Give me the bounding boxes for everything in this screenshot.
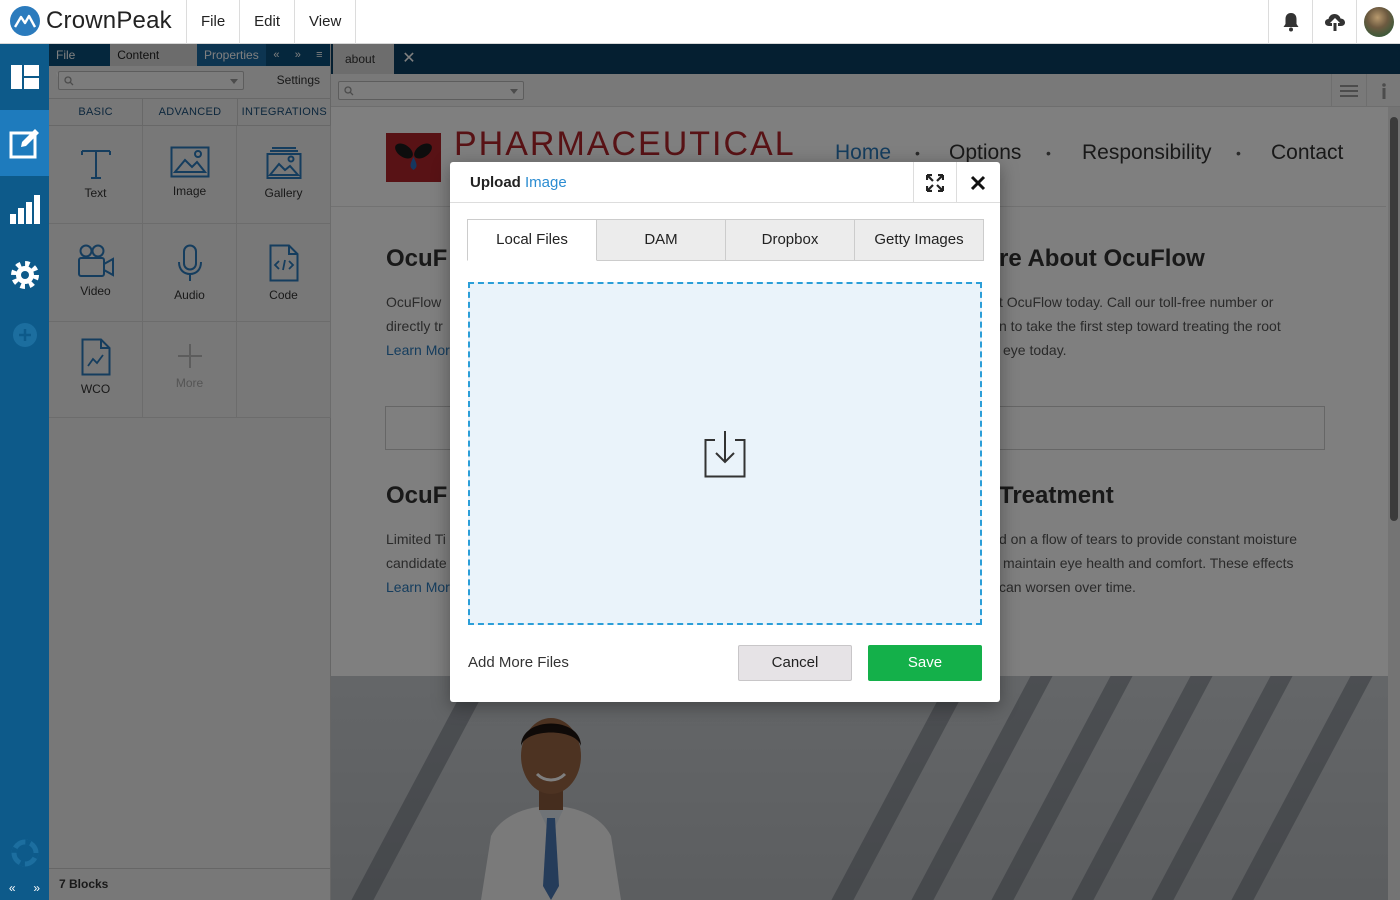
- brand-name: CrownPeak: [46, 7, 172, 34]
- menu-edit[interactable]: Edit: [239, 0, 294, 44]
- cancel-button[interactable]: Cancel: [738, 645, 852, 681]
- add-icon: [12, 323, 37, 347]
- main-menu: File Edit View: [186, 0, 357, 44]
- close-icon: [970, 175, 986, 190]
- publish-button[interactable]: [1312, 0, 1356, 44]
- edit-button[interactable]: [0, 110, 49, 176]
- expand-button[interactable]: [913, 162, 956, 203]
- settings-icon: [10, 261, 39, 289]
- bell-icon: [1283, 13, 1298, 32]
- menu-file[interactable]: File: [186, 0, 239, 44]
- upload-image-dialog: Upload Image Local Files DAM Dropbox Get…: [450, 162, 1000, 702]
- expand-icon: [926, 173, 944, 192]
- user-menu[interactable]: [1356, 0, 1400, 44]
- dashboard-icon: [10, 65, 39, 89]
- crownpeak-logo-icon: [10, 6, 40, 36]
- top-actions: [1268, 0, 1400, 44]
- crownpeak-logo[interactable]: CrownPeak: [10, 6, 172, 36]
- add-button[interactable]: [0, 302, 49, 368]
- cloud-upload-icon: [1324, 14, 1345, 31]
- analytics-icon: [9, 195, 40, 224]
- rail-collapse-controls: « »: [0, 876, 49, 900]
- close-dialog-button[interactable]: [956, 162, 999, 203]
- collapse-right-button[interactable]: »: [33, 881, 40, 895]
- tab-getty-images[interactable]: Getty Images: [855, 219, 984, 261]
- tab-local-files[interactable]: Local Files: [467, 219, 597, 261]
- add-more-files-link[interactable]: Add More Files: [468, 654, 569, 671]
- dashboard-button[interactable]: [0, 44, 49, 110]
- save-button[interactable]: Save: [868, 645, 982, 681]
- tab-dam[interactable]: DAM: [597, 219, 726, 261]
- dialog-header: Upload Image: [450, 162, 1000, 203]
- menu-view[interactable]: View: [294, 0, 357, 44]
- file-drop-zone[interactable]: [468, 282, 982, 625]
- collapse-left-button[interactable]: «: [9, 881, 16, 895]
- help-icon: [11, 839, 38, 867]
- user-avatar: [1363, 7, 1394, 37]
- tab-dropbox[interactable]: Dropbox: [726, 219, 855, 261]
- settings-button[interactable]: [0, 242, 49, 308]
- source-tabs: Local Files DAM Dropbox Getty Images: [467, 219, 984, 261]
- analytics-button[interactable]: [0, 176, 49, 242]
- download-tray-icon: [704, 430, 746, 477]
- notifications-button[interactable]: [1268, 0, 1312, 44]
- dialog-title: Upload Image: [470, 174, 567, 191]
- edit-icon: [9, 129, 39, 159]
- top-bar: CrownPeak File Edit View: [0, 0, 1400, 44]
- left-rail: « »: [0, 44, 49, 900]
